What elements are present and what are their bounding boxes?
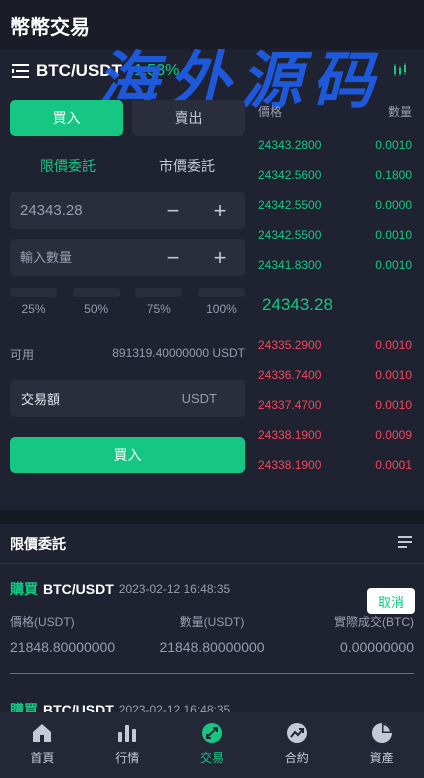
order-price: 21848.80000000 bbox=[10, 639, 116, 655]
available-balance: 可用 891319.40000000 USDT bbox=[10, 346, 245, 363]
ask-row[interactable]: 24335.2900 0.0010 bbox=[258, 330, 412, 360]
section-divider bbox=[0, 510, 424, 524]
order-symbol: BTC/USDT bbox=[43, 581, 114, 597]
percent-50-button[interactable]: 50% bbox=[72, 288, 120, 316]
app-header: 幣幣交易 bbox=[0, 0, 424, 50]
price-plus-button[interactable]: + bbox=[205, 192, 235, 229]
percentage-selector: 25% 50% 75% 100% bbox=[10, 288, 245, 316]
cancel-order-button[interactable]: 取消 bbox=[367, 588, 415, 614]
last-price: 24343.28 bbox=[262, 295, 333, 314]
order-filled-label: 實際成交(BTC) bbox=[334, 615, 414, 629]
page-title: 幣幣交易 bbox=[10, 16, 90, 39]
amount-field[interactable]: 交易額 USDT bbox=[10, 380, 245, 417]
order-separator bbox=[10, 673, 414, 674]
menu-icon[interactable] bbox=[12, 64, 30, 78]
nav-contract[interactable]: 合約 bbox=[254, 712, 339, 778]
contract-icon bbox=[285, 722, 309, 744]
bid-row[interactable]: 24343.2800 0.0010 bbox=[258, 130, 412, 160]
kline-chart-icon[interactable] bbox=[392, 62, 408, 83]
open-orders: 限價委託 購買 BTC/USDT 2023-02-12 16:48:35 取消 … bbox=[0, 524, 424, 746]
pair-selector[interactable]: BTC/USDT 1.53% bbox=[0, 50, 424, 92]
order-filled: 0.00000000 bbox=[340, 639, 414, 655]
limit-order-tab[interactable]: 限價委託 bbox=[40, 156, 96, 178]
order-book: 價格 數量 24343.2800 0.0010 24342.5600 0.1800 … bbox=[258, 103, 412, 480]
percent-75-button[interactable]: 75% bbox=[135, 288, 183, 316]
order-time: 2023-02-12 16:48:35 bbox=[118, 582, 231, 596]
percent-25-button[interactable]: 25% bbox=[10, 288, 57, 316]
bid-row[interactable]: 24342.5600 0.1800 bbox=[258, 160, 412, 190]
quantity-input[interactable] bbox=[20, 250, 160, 265]
orders-title: 限價委託 bbox=[10, 535, 66, 552]
order-qty-label: 數量(USDT) bbox=[179, 615, 245, 629]
order-price-label: 價格(USDT) bbox=[10, 615, 75, 629]
available-value: 891319.40000000 USDT bbox=[112, 346, 245, 360]
nav-market[interactable]: 行情 bbox=[85, 712, 170, 778]
bid-row[interactable]: 24341.8300 0.0010 bbox=[258, 250, 412, 280]
ask-row[interactable]: 24338.1900 0.0001 bbox=[258, 450, 412, 480]
nav-assets[interactable]: 資產 bbox=[339, 712, 424, 778]
ask-row[interactable]: 24338.1900 0.0009 bbox=[258, 420, 412, 450]
price-minus-button[interactable]: − bbox=[158, 192, 188, 229]
buy-tab[interactable]: 買入 bbox=[10, 100, 123, 136]
buy-submit-button[interactable]: 買入 bbox=[10, 437, 245, 473]
nav-home[interactable]: 首頁 bbox=[0, 712, 85, 778]
order-side: 購買 bbox=[10, 581, 38, 597]
price-field: − + bbox=[10, 192, 245, 229]
market-order-tab[interactable]: 市價委託 bbox=[159, 156, 215, 178]
percent-100-button[interactable]: 100% bbox=[197, 288, 245, 316]
bid-row[interactable]: 24342.5500 0.0000 bbox=[258, 190, 412, 220]
amount-label: 交易額 bbox=[21, 392, 61, 407]
bid-row[interactable]: 24342.5500 0.0010 bbox=[258, 220, 412, 250]
bottom-nav: 首頁 行情 交易 合約 資產 bbox=[0, 712, 424, 778]
price-input[interactable] bbox=[20, 202, 160, 219]
order-card: 購買 BTC/USDT 2023-02-12 16:48:35 取消 價格(US… bbox=[0, 575, 424, 674]
quantity-minus-button[interactable]: − bbox=[158, 239, 188, 276]
quantity-field: − + bbox=[10, 239, 245, 276]
list-icon[interactable] bbox=[398, 535, 412, 553]
amount-unit: USDT bbox=[181, 391, 217, 406]
trade-panel: 買入 賣出 限價委託 市價委託 − + − + 25% 50% 75% 100% bbox=[10, 100, 245, 473]
ask-row[interactable]: 24336.7400 0.0010 bbox=[258, 360, 412, 390]
order-qty: 21848.80000000 bbox=[159, 639, 265, 655]
ask-row[interactable]: 24337.4700 0.0010 bbox=[258, 390, 412, 420]
quantity-plus-button[interactable]: + bbox=[205, 239, 235, 276]
sell-tab[interactable]: 賣出 bbox=[132, 100, 245, 136]
qty-header: 數量 bbox=[387, 105, 412, 119]
nav-trade[interactable]: 交易 bbox=[170, 712, 255, 778]
price-header: 價格 bbox=[258, 105, 283, 119]
pair-name: BTC/USDT bbox=[36, 61, 122, 80]
home-icon bbox=[30, 722, 54, 744]
bar-chart-icon bbox=[115, 722, 139, 744]
pair-change: 1.53% bbox=[133, 62, 180, 79]
pie-chart-icon bbox=[370, 722, 394, 744]
available-label: 可用 bbox=[10, 348, 35, 362]
trade-icon bbox=[200, 722, 224, 744]
